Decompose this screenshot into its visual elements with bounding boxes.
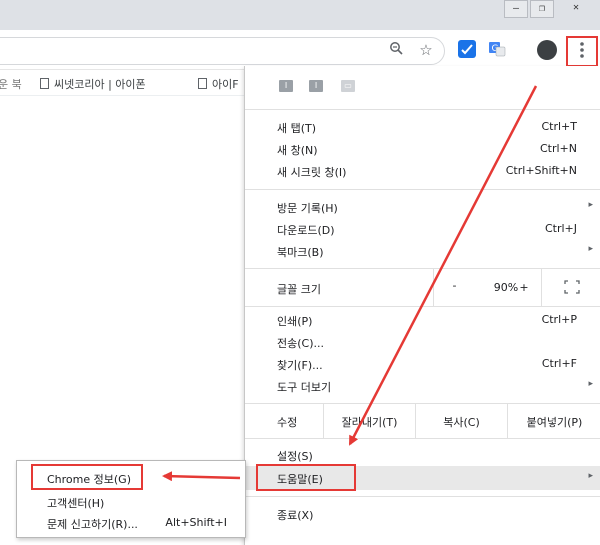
- arrow-help-to-about: [162, 471, 241, 482]
- arrow-menu-to-help: [348, 85, 538, 446]
- annotation-arrows: [162, 85, 538, 482]
